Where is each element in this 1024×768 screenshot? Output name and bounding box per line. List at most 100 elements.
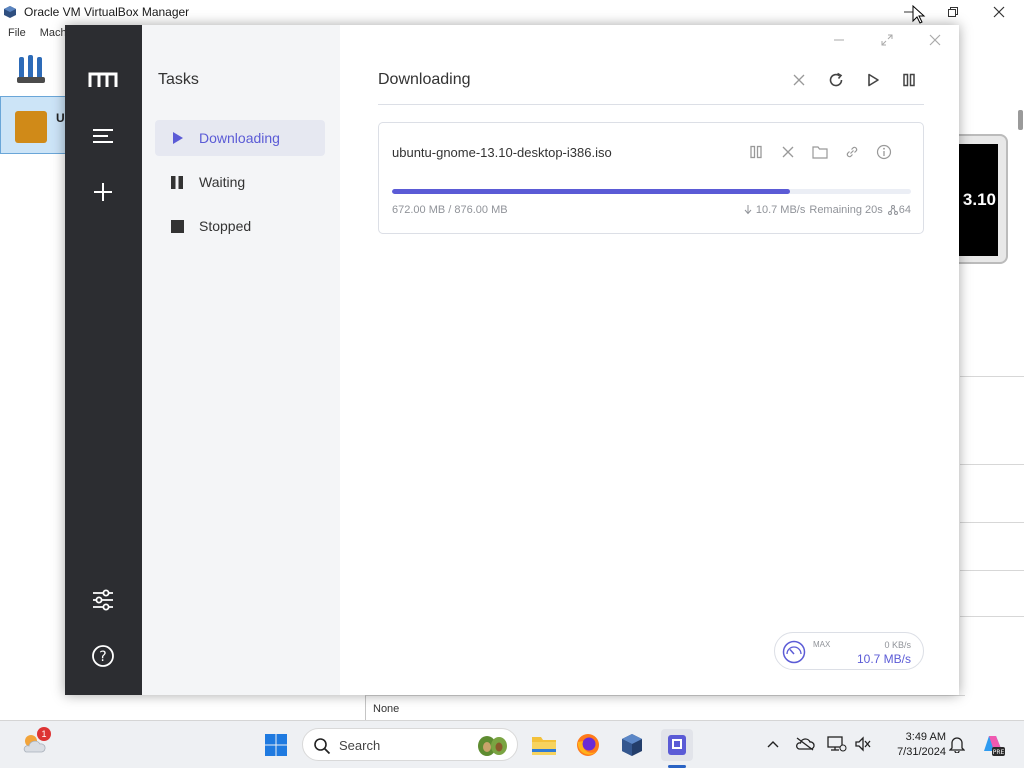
delete-tasks-button[interactable]	[788, 69, 810, 91]
task-size: 672.00 MB / 876.00 MB	[392, 204, 508, 216]
vbox-tools-item[interactable]	[0, 44, 64, 94]
vbox-titlebar: Oracle VM VirtualBox Manager	[0, 0, 1024, 24]
taskbar-search[interactable]: Search	[302, 728, 518, 761]
divider	[378, 104, 924, 105]
motrix-logo-icon	[88, 72, 118, 87]
vm-preview: 3.10	[958, 134, 1008, 264]
progress-bar	[392, 189, 911, 194]
motrix-window: ? Tasks Downloading Waiting Stopped Down…	[65, 25, 959, 695]
page-title: Downloading	[378, 71, 471, 88]
copilot-button[interactable]: PRE	[980, 731, 1006, 757]
speed-current: 10.7 MB/s	[856, 652, 911, 666]
close-icon	[993, 6, 1005, 18]
info-icon	[876, 144, 892, 160]
speedometer-icon	[782, 640, 806, 664]
tasks-nav-button[interactable]	[87, 120, 119, 152]
filter-waiting[interactable]: Waiting	[155, 164, 325, 200]
search-icon	[314, 738, 331, 755]
network-tray-button[interactable]	[826, 733, 848, 755]
divider	[960, 616, 1024, 617]
filter-downloading[interactable]: Downloading	[155, 120, 325, 156]
vbox-menubar: File Mach	[0, 24, 73, 42]
notifications-button[interactable]	[946, 733, 968, 755]
sliders-icon	[93, 589, 113, 611]
close-icon	[782, 146, 794, 158]
main-content: Downloading ubuntu-gnome-13.10-desktop-i…	[340, 25, 959, 695]
vbox-restore-button[interactable]	[930, 0, 976, 24]
divider	[960, 376, 1024, 377]
app-minimize-button[interactable]	[827, 29, 851, 51]
pause-all-button[interactable]	[898, 69, 920, 91]
refresh-button[interactable]	[825, 69, 847, 91]
restore-icon	[948, 7, 958, 17]
filter-label: Waiting	[199, 174, 246, 190]
notification-badge: 1	[37, 727, 51, 741]
network-icon	[827, 736, 847, 752]
app-close-button[interactable]	[923, 29, 947, 51]
weather-widget[interactable]: 1	[20, 727, 51, 758]
onedrive-tray-button[interactable]	[794, 733, 816, 755]
resume-all-button[interactable]	[862, 69, 884, 91]
start-button[interactable]	[260, 729, 292, 761]
speed-max-label: MAX	[813, 640, 831, 649]
task-item[interactable]: ubuntu-gnome-13.10-desktop-i386.iso 672.…	[378, 122, 924, 234]
vbox-scrollbar[interactable]	[1018, 110, 1023, 130]
filter-stopped[interactable]: Stopped	[155, 208, 325, 244]
task-delete-button[interactable]	[779, 143, 797, 161]
help-button[interactable]: ?	[87, 640, 119, 672]
task-copy-link-button[interactable]	[843, 143, 861, 161]
speedometer[interactable]: MAX 0 KB/s 10.7 MB/s	[774, 632, 924, 670]
vbox-status: None	[365, 695, 965, 720]
copilot-icon: PRE	[984, 736, 1005, 756]
side-nav: ?	[65, 25, 142, 695]
add-task-button[interactable]	[87, 176, 119, 208]
virtualbox-button[interactable]	[616, 729, 648, 761]
menu-machine[interactable]: Mach	[40, 27, 67, 39]
svg-text:?: ?	[99, 649, 106, 665]
task-name: ubuntu-gnome-13.10-desktop-i386.iso	[392, 145, 612, 160]
file-explorer-button[interactable]	[528, 729, 560, 761]
volume-tray-button[interactable]	[852, 733, 874, 755]
stop-icon	[169, 218, 185, 234]
clock-time: 3:49 AM	[905, 731, 946, 743]
bell-icon	[949, 737, 965, 753]
file-explorer-icon	[532, 737, 556, 755]
tools-icon	[17, 55, 45, 83]
app-logo	[87, 64, 119, 96]
clock-date: 7/31/2024	[897, 746, 946, 758]
speed-limit: 0 KB/s	[884, 640, 911, 650]
pause-icon	[169, 174, 185, 190]
taskbar-clock[interactable]: 3:49 AM 7/31/2024	[878, 730, 946, 760]
vbox-vm-item[interactable]: U	[0, 96, 66, 154]
preferences-button[interactable]	[87, 584, 119, 616]
firefox-button[interactable]	[572, 729, 604, 761]
task-info-button[interactable]	[875, 143, 893, 161]
menu-file[interactable]: File	[8, 27, 26, 39]
task-pause-button[interactable]	[747, 143, 765, 161]
virtualbox-icon	[4, 6, 16, 18]
motrix-icon	[668, 735, 686, 755]
help-icon: ?	[92, 645, 114, 667]
task-speed: 10.7 MB/s	[755, 204, 806, 216]
task-open-folder-button[interactable]	[811, 143, 829, 161]
tray-overflow-button[interactable]	[762, 733, 784, 755]
cloud-off-icon	[796, 737, 815, 751]
divider	[960, 522, 1024, 523]
windows-start-icon	[265, 734, 287, 756]
virtualbox-icon	[622, 734, 642, 756]
pause-icon	[903, 73, 915, 87]
divider	[960, 464, 1024, 465]
refresh-icon	[829, 72, 843, 87]
motrix-taskbar-button[interactable]	[661, 729, 693, 761]
play-icon	[868, 73, 879, 87]
close-icon	[929, 34, 941, 46]
maximize-icon	[881, 34, 893, 46]
app-maximize-button[interactable]	[875, 29, 899, 51]
menu-icon	[93, 129, 113, 143]
mouse-cursor	[912, 5, 926, 24]
task-stats: 10.7 MB/s Remaining 20s 64	[744, 204, 911, 216]
vbox-close-button[interactable]	[976, 0, 1022, 24]
connections-icon	[887, 205, 898, 215]
tasks-panel: Tasks Downloading Waiting Stopped	[142, 25, 340, 695]
download-arrow-icon	[744, 205, 752, 215]
